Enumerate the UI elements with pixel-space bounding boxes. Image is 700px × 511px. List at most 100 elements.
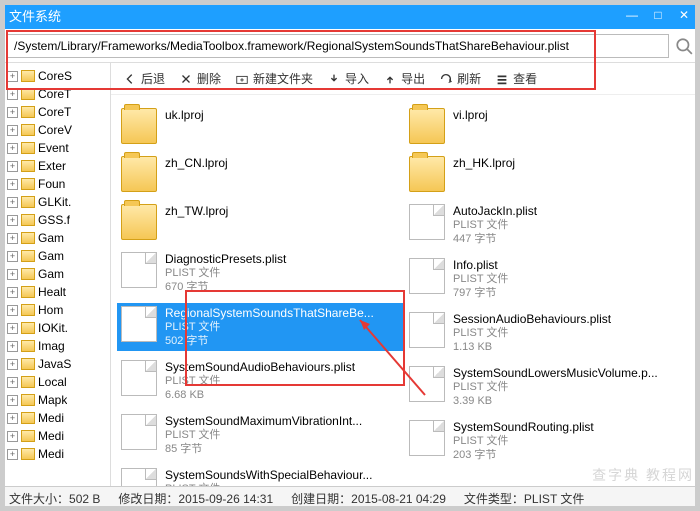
expand-icon[interactable]: + xyxy=(7,359,18,370)
tree-item[interactable]: +CoreT xyxy=(1,103,110,121)
expand-icon[interactable]: + xyxy=(7,179,18,190)
expand-icon[interactable]: + xyxy=(7,395,18,406)
folder-icon xyxy=(21,322,35,334)
path-bar xyxy=(1,29,699,63)
item-size: 3.39 KB xyxy=(453,394,689,408)
expand-icon[interactable]: + xyxy=(7,125,18,136)
expand-icon[interactable]: + xyxy=(7,449,18,460)
file-item[interactable]: SystemSoundAudioBehaviours.plistPLIST 文件… xyxy=(117,357,405,405)
tree-item[interactable]: +Foun xyxy=(1,175,110,193)
expand-icon[interactable]: + xyxy=(7,161,18,172)
file-item[interactable]: SystemSoundMaximumVibrationInt...PLIST 文… xyxy=(117,411,405,459)
file-item[interactable]: SystemSoundRouting.plistPLIST 文件203 字节 xyxy=(405,417,693,465)
import-button[interactable]: 导入 xyxy=(327,70,369,87)
tree-label: IOKit. xyxy=(38,321,68,335)
tree-item[interactable]: +Imag xyxy=(1,337,110,355)
back-button[interactable]: 后退 xyxy=(123,70,165,87)
folder-icon xyxy=(409,156,445,192)
tree-item[interactable]: +Hom xyxy=(1,301,110,319)
search-icon[interactable] xyxy=(675,37,693,55)
export-button[interactable]: 导出 xyxy=(383,70,425,87)
expand-icon[interactable]: + xyxy=(7,197,18,208)
folder-item[interactable]: zh_CN.lproj xyxy=(117,153,405,195)
refresh-button[interactable]: 刷新 xyxy=(439,70,481,87)
tree-item[interactable]: + IOKit. xyxy=(1,319,110,337)
item-name: SystemSoundMaximumVibrationInt... xyxy=(165,414,401,428)
item-size: 447 字节 xyxy=(453,232,689,246)
folder-tree[interactable]: +CoreS+CoreT+CoreT+CoreV+Event+Exter+Fou… xyxy=(1,63,111,486)
titlebar: 文件系统 — □ ✕ xyxy=(1,1,699,29)
folder-icon xyxy=(21,70,35,82)
expand-icon[interactable]: + xyxy=(7,233,18,244)
tree-item[interactable]: +Gam xyxy=(1,247,110,265)
path-input[interactable] xyxy=(7,34,669,58)
file-item[interactable]: DiagnosticPresets.plistPLIST 文件670 字节 xyxy=(117,249,405,297)
item-size: 797 字节 xyxy=(453,286,689,300)
item-size: 85 字节 xyxy=(165,442,401,456)
folder-icon xyxy=(21,250,35,262)
tree-item[interactable]: +Local xyxy=(1,373,110,391)
tree-label: GLKit. xyxy=(38,195,71,209)
expand-icon[interactable]: + xyxy=(7,143,18,154)
file-item[interactable]: SystemSoundsWithSpecialBehaviour...PLIST… xyxy=(117,465,405,486)
view-button[interactable]: 查看 xyxy=(495,70,537,87)
window-title: 文件系统 xyxy=(9,6,61,25)
file-item[interactable]: SessionAudioBehaviours.plistPLIST 文件1.13… xyxy=(405,309,693,357)
tree-item[interactable]: +JavaS xyxy=(1,355,110,373)
expand-icon[interactable]: + xyxy=(7,377,18,388)
folder-icon xyxy=(21,448,35,460)
file-icon xyxy=(121,306,157,342)
file-item[interactable]: AutoJackIn.plistPLIST 文件447 字节 xyxy=(405,201,693,249)
expand-icon[interactable]: + xyxy=(7,71,18,82)
file-item[interactable]: Info.plistPLIST 文件797 字节 xyxy=(405,255,693,303)
tree-item[interactable]: +Healt xyxy=(1,283,110,301)
file-item[interactable]: RegionalSystemSoundsThatShareBe...PLIST … xyxy=(117,303,405,351)
close-icon[interactable]: ✕ xyxy=(677,8,691,22)
expand-icon[interactable]: + xyxy=(7,287,18,298)
expand-icon[interactable]: + xyxy=(7,431,18,442)
tree-item[interactable]: +CoreT xyxy=(1,85,110,103)
maximize-icon[interactable]: □ xyxy=(651,8,665,22)
expand-icon[interactable]: + xyxy=(7,89,18,100)
file-icon xyxy=(409,258,445,294)
file-icon xyxy=(121,414,157,450)
file-pane[interactable]: uk.lproj zh_CN.lproj zh_TW.lproj Diagnostic… xyxy=(111,95,699,486)
expand-icon[interactable]: + xyxy=(7,413,18,424)
tree-item[interactable]: +Medi xyxy=(1,409,110,427)
folder-item[interactable]: vi.lproj xyxy=(405,105,693,147)
folder-icon xyxy=(21,286,35,298)
tree-item[interactable]: +GSS.f xyxy=(1,211,110,229)
tree-item[interactable]: +Exter xyxy=(1,157,110,175)
expand-icon[interactable]: + xyxy=(7,251,18,262)
tree-item[interactable]: +Mapk xyxy=(1,391,110,409)
tree-item[interactable]: + Medi xyxy=(1,427,110,445)
folder-icon xyxy=(21,142,35,154)
folder-item[interactable]: uk.lproj xyxy=(117,105,405,147)
expand-icon[interactable]: + xyxy=(7,107,18,118)
expand-icon[interactable]: + xyxy=(7,269,18,280)
tree-item[interactable]: +Medi xyxy=(1,445,110,463)
tree-item[interactable]: +Gam xyxy=(1,229,110,247)
tree-item[interactable]: + GLKit. xyxy=(1,193,110,211)
minimize-icon[interactable]: — xyxy=(625,8,639,22)
folder-item[interactable]: zh_HK.lproj xyxy=(405,153,693,195)
expand-icon[interactable]: + xyxy=(7,341,18,352)
tree-item[interactable]: +Gam xyxy=(1,265,110,283)
expand-icon[interactable]: + xyxy=(7,323,18,334)
folder-icon xyxy=(121,156,157,192)
item-name: uk.lproj xyxy=(165,108,401,122)
folder-icon xyxy=(21,412,35,424)
folder-icon xyxy=(21,160,35,172)
item-name: SessionAudioBehaviours.plist xyxy=(453,312,689,326)
item-type: PLIST 文件 xyxy=(165,482,401,486)
folder-item[interactable]: zh_TW.lproj xyxy=(117,201,405,243)
delete-button[interactable]: 删除 xyxy=(179,70,221,87)
expand-icon[interactable]: + xyxy=(7,305,18,316)
tree-item[interactable]: +CoreV xyxy=(1,121,110,139)
new-folder-button[interactable]: 新建文件夹 xyxy=(235,70,313,87)
expand-icon[interactable]: + xyxy=(7,215,18,226)
tree-item[interactable]: +Event xyxy=(1,139,110,157)
tree-item[interactable]: +CoreS xyxy=(1,67,110,85)
tree-label: Medi xyxy=(38,429,64,443)
file-item[interactable]: SystemSoundLowersMusicVolume.p...PLIST 文… xyxy=(405,363,693,411)
